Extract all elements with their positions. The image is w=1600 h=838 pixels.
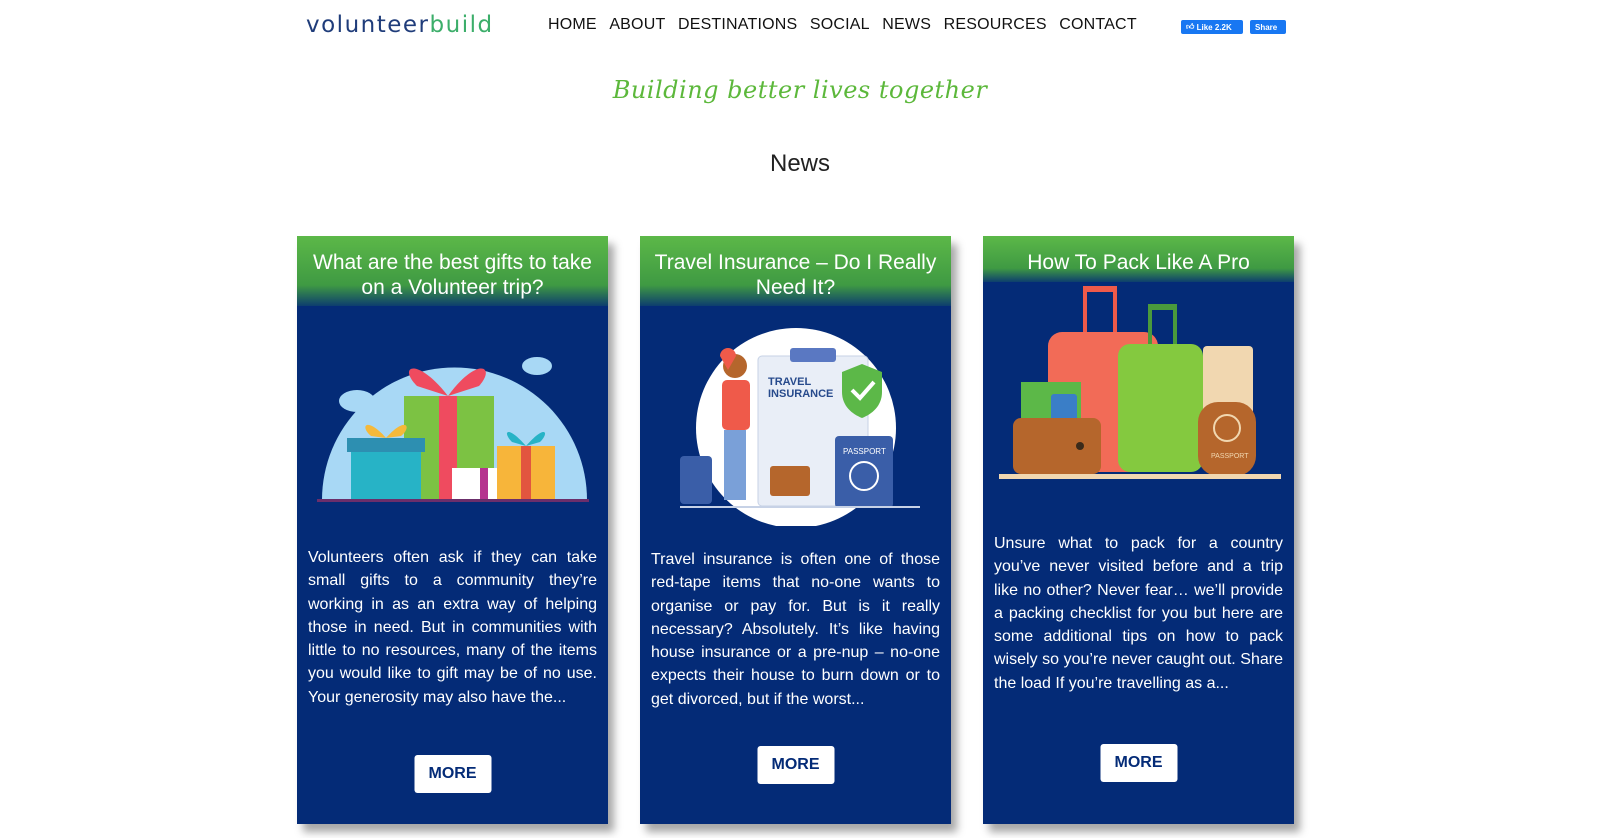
nav-destinations[interactable]: DESTINATIONS: [678, 16, 797, 34]
news-card-travel-insurance: Travel Insurance – Do I Really Need It? …: [640, 236, 951, 824]
card-more-button[interactable]: MORE: [414, 755, 491, 793]
site-logo[interactable]: volunteerbuild: [306, 12, 494, 38]
facebook-like-label: Like 2.2K: [1196, 22, 1232, 32]
travel-insurance-illustration: TRAVEL INSURANCE PASSPORT: [640, 306, 951, 526]
card-excerpt: Travel insurance is often one of those r…: [651, 551, 940, 708]
travel-insurance-icon: TRAVEL INSURANCE PASSPORT: [680, 328, 920, 526]
facebook-share-button[interactable]: Share: [1250, 20, 1286, 34]
travel-text: TRAVEL: [768, 376, 811, 388]
card-excerpt: Unsure what to pack for a country you’ve…: [994, 535, 1283, 692]
card-more-button[interactable]: MORE: [1100, 744, 1177, 782]
card-more-button[interactable]: MORE: [757, 746, 834, 784]
insurance-text: INSURANCE: [768, 388, 833, 400]
gifts-illustration: [297, 306, 608, 526]
nav-home[interactable]: HOME: [548, 16, 597, 34]
passport-text: PASSPORT: [1211, 453, 1249, 460]
site-header: volunteerbuild HOME ABOUT DESTINATIONS S…: [0, 0, 1600, 60]
page-title: News: [769, 150, 830, 177]
nav-about[interactable]: ABOUT: [609, 16, 665, 34]
logo-text-build: build: [429, 12, 494, 38]
thumbs-up-icon: 👍︎: [1186, 22, 1195, 31]
card-title: Travel Insurance – Do I Really Need It?: [640, 236, 951, 306]
passport-text: PASSPORT: [843, 447, 886, 456]
card-title: How To Pack Like A Pro: [983, 236, 1294, 282]
facebook-share-label: Share: [1255, 22, 1278, 32]
main-nav: HOME ABOUT DESTINATIONS SOCIAL NEWS RESO…: [548, 16, 1149, 34]
news-card-pack-like-a-pro: How To Pack Like A Pro PASSPORT Unsure w…: [983, 236, 1294, 824]
nav-news[interactable]: NEWS: [882, 16, 931, 34]
nav-contact[interactable]: CONTACT: [1059, 16, 1137, 34]
luggage-icon: PASSPORT: [999, 286, 1281, 479]
nav-resources[interactable]: RESOURCES: [944, 16, 1047, 34]
tagline: Building better lives together: [612, 76, 988, 104]
luggage-illustration: PASSPORT: [983, 282, 1294, 502]
nav-social[interactable]: SOCIAL: [810, 16, 870, 34]
card-title: What are the best gifts to take on a Vol…: [297, 236, 608, 306]
facebook-like-button[interactable]: 👍︎ Like 2.2K: [1181, 20, 1243, 34]
gift-boxes-icon: [317, 357, 589, 502]
news-card-gifts: What are the best gifts to take on a Vol…: [297, 236, 608, 824]
card-excerpt: Volunteers often ask if they can take sm…: [308, 549, 597, 706]
logo-text-volunteer: volunteer: [306, 12, 430, 38]
